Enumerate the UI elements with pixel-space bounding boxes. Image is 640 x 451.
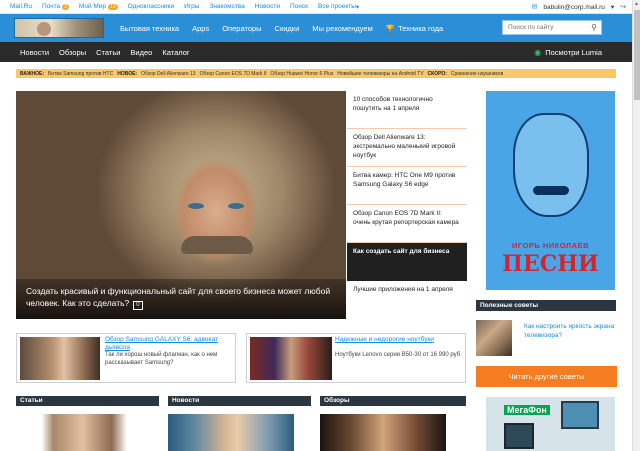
trophy-icon: 🏆 — [385, 23, 396, 33]
user-menu-chevron-icon[interactable]: ▾ — [611, 3, 614, 11]
promo-card-text: Так ли хорош новый флагман, как о нем ра… — [105, 352, 218, 366]
section-heading-reviews[interactable]: Обзоры — [320, 396, 466, 406]
headline-item[interactable]: 10 способов технологично пошутить на 1 а… — [347, 91, 467, 129]
promo-card-image — [20, 337, 100, 380]
mail-icon: ✉ — [531, 4, 538, 11]
page-scrollbar[interactable]: ▲ — [632, 0, 640, 451]
topbar-link-dating[interactable]: Знакомства — [209, 3, 244, 10]
ticker-important-label: ВАЖНОЕ: — [20, 70, 44, 77]
ticker-new-item[interactable]: Новейшие телевизоры на Android TV — [337, 71, 423, 77]
lumia-link[interactable]: ◉ Посмотри Lumia — [534, 42, 612, 62]
topbar-link-games[interactable]: Игры — [184, 3, 199, 10]
topbar-link-all-projects[interactable]: Все проекты ▾ — [318, 3, 359, 11]
ticker-new-item[interactable]: Обзор Huawei Honor 6 Plus — [271, 71, 334, 77]
headline-item[interactable]: Обзор Dell Alienware 13: экстремально ма… — [347, 129, 467, 167]
topbar-link-mail[interactable]: Почта 3 — [42, 3, 69, 10]
ticker-important-item[interactable]: Битва Samsung против HTC — [48, 71, 113, 77]
subnav-reviews[interactable]: Обзоры — [59, 48, 86, 57]
topbar-link-myworld[interactable]: Мой Мир 13 — [79, 3, 118, 10]
poster-artist: ИГОРЬ НИКОЛАЕВ — [512, 241, 589, 250]
more-tips-button[interactable]: Читать другие советы — [476, 366, 617, 387]
hero-image-mustache — [181, 236, 253, 254]
ticker-soon-label: СКОРО: — [427, 70, 447, 77]
hero-headline-list: 10 способов технологично пошутить на 1 а… — [347, 91, 467, 319]
topbar-link-myworld-label: Мой Мир — [78, 3, 107, 10]
megafon-logo: МегаФон — [504, 405, 550, 415]
scrollbar-thumb[interactable] — [634, 10, 640, 100]
promo-card[interactable]: Обзор Samsung GALAXY S6: адвокат дьявола… — [16, 333, 236, 383]
section-heading-news[interactable]: Новости — [168, 396, 311, 406]
headline-item[interactable]: Лучшие приложения на 1 апреля — [347, 281, 467, 319]
headline-item[interactable]: Обзор Canon EOS 7D Mark II: очень крутая… — [347, 205, 467, 243]
tip-thumbnail — [476, 320, 512, 356]
nav-appliances[interactable]: Бытовая техника — [120, 24, 179, 33]
subnav-video[interactable]: Видео — [130, 48, 152, 57]
poster-title: ПЕСНИ — [502, 251, 599, 277]
topbar-link-search[interactable]: Поиск — [290, 3, 308, 10]
topbar-link-news[interactable]: Новости — [255, 3, 280, 10]
promo-card-text: Ноутбуки Lenovo серии B50-30 от 16 990 р… — [335, 352, 461, 358]
search-box: ⚲ — [502, 20, 602, 35]
topbar-link-mail-label: Почта — [42, 3, 61, 10]
tip-link[interactable]: Как настроить яркость экрана телевизора? — [524, 322, 616, 340]
subnav-catalog[interactable]: Каталог — [162, 48, 189, 57]
hero-banner[interactable]: Создать красивый и функциональный сайт д… — [16, 91, 346, 319]
ad-photo — [561, 401, 599, 429]
tip-item[interactable]: Как настроить яркость экрана телевизора? — [476, 320, 616, 358]
poster-mustache — [533, 186, 569, 195]
headline-item[interactable]: Битва камер: HTC One M9 против Samsung G… — [347, 167, 467, 205]
ad-photo — [504, 423, 534, 449]
headline-item-active[interactable]: Как создать сайт для бизнеса — [347, 243, 467, 281]
nav-operators[interactable]: Операторы — [222, 24, 261, 33]
user-area: ✉ babulin@corp.mail.ru ▾ ↪ — [531, 0, 626, 14]
section-nav: Новости Обзоры Статьи Видео Каталог ◉ По… — [0, 42, 632, 62]
lumia-label: Посмотри Lumia — [545, 47, 602, 57]
topbar-link-ok[interactable]: Одноклассники — [128, 3, 174, 10]
ticker-soon-item[interactable]: Сравнение наушников — [451, 71, 503, 77]
tips-heading: Полезные советы — [476, 300, 616, 311]
mail-count-badge: 3 — [62, 3, 69, 10]
promo-card[interactable]: Надежные и недорогие ноутбуки Ноутбуки L… — [246, 333, 466, 383]
chevron-down-icon: ▾ — [355, 3, 360, 11]
hero-caption-text: Создать красивый и функциональный сайт д… — [26, 286, 331, 308]
promo-card-title[interactable]: Обзор Samsung GALAXY S6: адвокат дьявола — [105, 336, 233, 352]
news-thumbnail[interactable] — [168, 414, 294, 451]
logout-icon[interactable]: ↪ — [620, 3, 626, 11]
nav-recommend[interactable]: Мы рекомендуем — [312, 24, 372, 33]
nav-apps[interactable]: Apps — [192, 24, 209, 33]
poster-portrait — [501, 103, 605, 217]
megafon-ad[interactable]: МегаФон — [486, 397, 615, 451]
site-header: Бытовая техника Apps Операторы Скидки Мы… — [0, 14, 632, 42]
subnav-articles[interactable]: Статьи — [96, 48, 120, 57]
hero-image-eye — [228, 203, 244, 209]
myworld-count-badge: 13 — [108, 3, 118, 10]
hero-image-eye — [188, 203, 204, 209]
user-email[interactable]: babulin@corp.mail.ru — [543, 4, 605, 11]
news-ticker: ВАЖНОЕ: Битва Samsung против HTC НОВОЕ: … — [16, 69, 616, 78]
scroll-up-icon[interactable]: ▲ — [634, 1, 639, 7]
hero-caption[interactable]: Создать красивый и функциональный сайт д… — [16, 279, 346, 319]
site-logo[interactable] — [14, 18, 104, 38]
promo-card-image — [250, 337, 332, 380]
articles-thumbnail[interactable] — [24, 414, 141, 451]
ticker-new-item[interactable]: Обзор Canon EOS 7D Mark II — [200, 71, 267, 77]
main-nav: Бытовая техника Apps Операторы Скидки Мы… — [120, 14, 456, 42]
nav-discounts[interactable]: Скидки — [275, 24, 300, 33]
nav-tech-of-year[interactable]: Техника года — [398, 24, 443, 33]
topbar-link-all-projects-label: Все проекты — [317, 3, 356, 10]
ticker-new-label: НОВОЕ: — [117, 70, 138, 77]
promo-card-title[interactable]: Надежные и недорогие ноутбуки — [335, 336, 463, 344]
album-poster[interactable]: ИГОРЬ НИКОЛАЕВ ПЕСНИ — [486, 91, 615, 290]
search-input[interactable] — [508, 24, 588, 31]
reviews-thumbnail[interactable] — [320, 414, 446, 451]
eye-icon: ◉ — [534, 47, 542, 57]
subnav-news[interactable]: Новости — [20, 48, 49, 57]
comment-count-badge: 0 — [133, 301, 143, 310]
ticker-new-item[interactable]: Обзор Dell Alienware 13 — [141, 71, 195, 77]
topbar-link-mailru[interactable]: Mail.Ru — [10, 3, 32, 10]
section-heading-articles[interactable]: Статьи — [16, 396, 159, 406]
search-icon[interactable]: ⚲ — [591, 23, 597, 32]
portal-topbar: Mail.Ru Почта 3 Мой Мир 13 Одноклассники И… — [0, 0, 632, 14]
